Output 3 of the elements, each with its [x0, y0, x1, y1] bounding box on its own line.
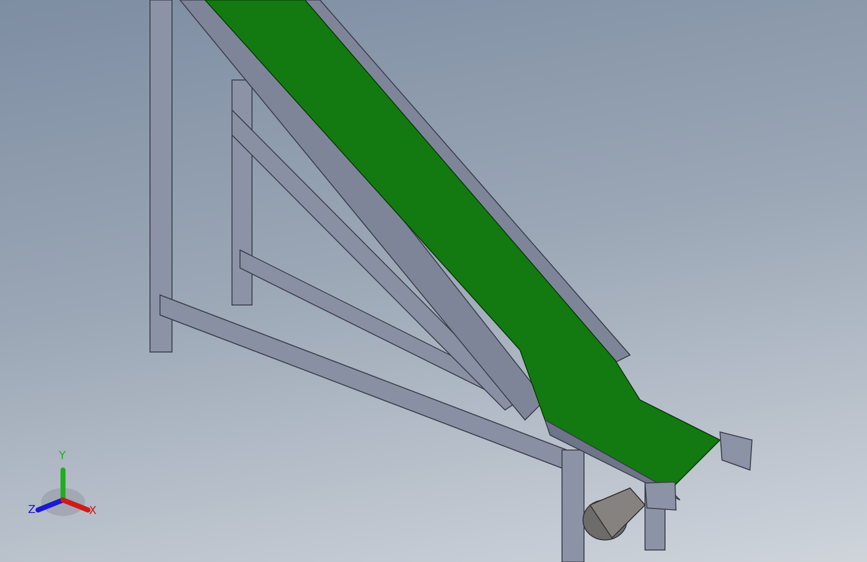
axis-label: Z	[28, 504, 36, 516]
axis-label: Y	[59, 450, 66, 462]
axis-label: X	[89, 505, 97, 517]
